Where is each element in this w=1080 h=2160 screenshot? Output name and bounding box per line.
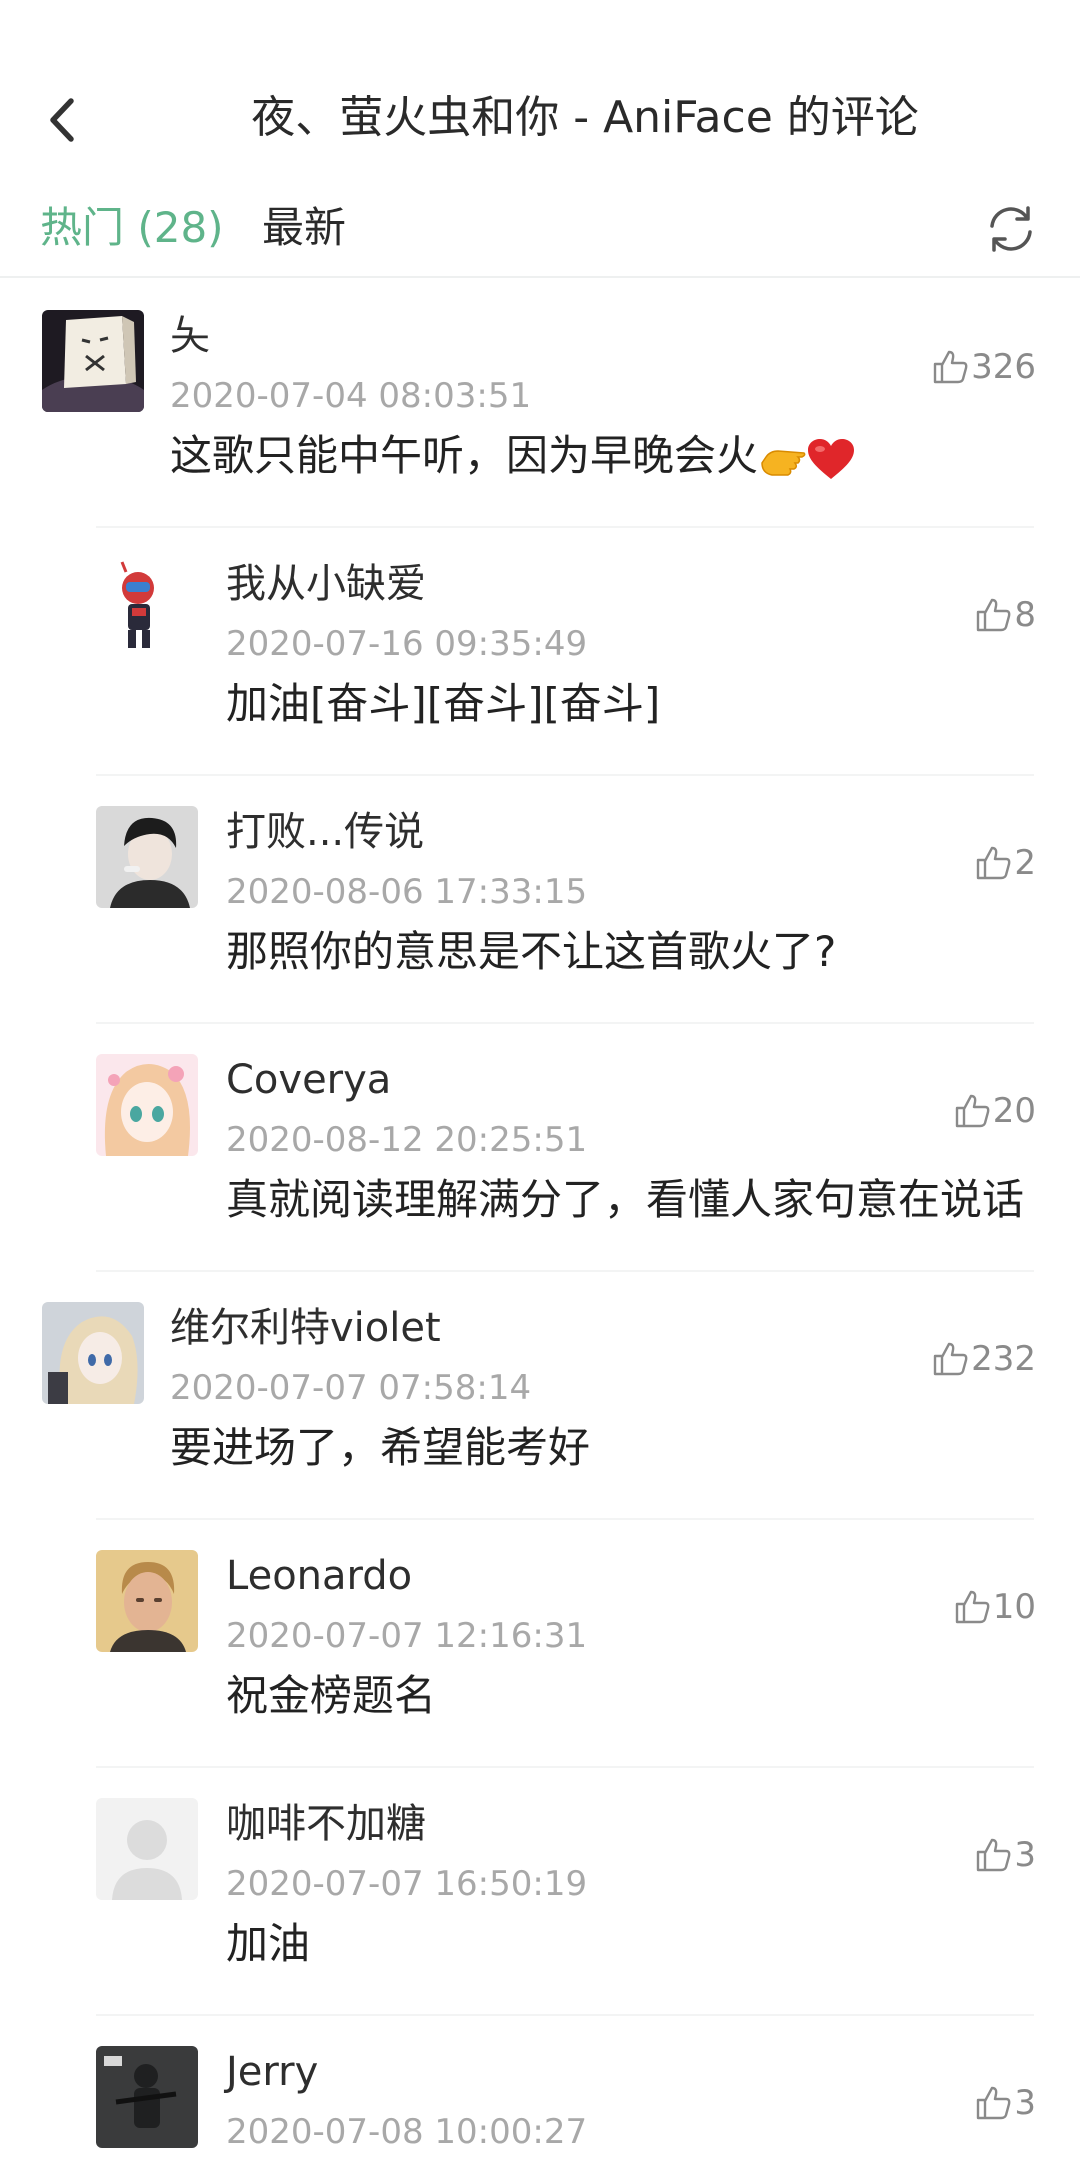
comment-list: 夨 2020-07-04 08:03:51 这歌只能中午听，因为早晚会火 326 — [0, 280, 1080, 2160]
like-button[interactable]: 3 — [974, 2078, 1036, 2128]
comment-text: 祝金榜题名 — [226, 1671, 437, 1720]
like-button[interactable]: 20 — [953, 1086, 1036, 1136]
like-count: 20 — [992, 1091, 1036, 1131]
comment-timestamp: 2020-08-12 20:25:51 — [226, 1120, 588, 1160]
like-count: 10 — [992, 1587, 1036, 1627]
comment-timestamp: 2020-07-07 07:58:14 — [170, 1368, 532, 1408]
backhand-index-pointing-left-icon — [761, 449, 806, 476]
like-button[interactable]: 8 — [974, 590, 1036, 640]
comment-username[interactable]: Leonardo — [226, 1550, 412, 1602]
comment-timestamp: 2020-07-07 16:50:19 — [226, 1864, 588, 1904]
thumbs-up-icon — [977, 2086, 1011, 2120]
chevron-left-icon — [50, 98, 74, 142]
like-count: 3 — [1014, 1835, 1036, 1875]
thumbs-up-icon — [977, 846, 1011, 880]
comment-timestamp: 2020-08-06 17:33:15 — [226, 872, 588, 912]
comment-text: 这歌只能中午听，因为早晚会火 — [170, 428, 856, 484]
comment-username[interactable]: Coverya — [226, 1054, 391, 1106]
comment-username[interactable]: 打败...传说 — [226, 806, 424, 858]
like-count: 2 — [1014, 843, 1036, 883]
box-head-avatar[interactable] — [42, 310, 144, 412]
comment-timestamp: 2020-07-16 09:35:49 — [226, 624, 588, 664]
back-button[interactable] — [32, 90, 92, 150]
comment-item: 维尔利特violet 2020-07-07 07:58:14 要进场了，希望能考… — [0, 1272, 1080, 1520]
comment-tabs: 热门 (28) 最新 — [0, 190, 1080, 278]
comment-username[interactable]: 夨 — [170, 310, 210, 362]
anime-girl-avatar[interactable] — [96, 1054, 198, 1156]
like-button[interactable]: 2 — [974, 838, 1036, 888]
like-count: 8 — [1014, 595, 1036, 635]
thumbs-up-icon — [977, 598, 1011, 632]
comment-text: 加油[奋斗][奋斗][奋斗] — [226, 679, 661, 728]
comment-text: 要进场了，希望能考好 — [170, 1423, 591, 1472]
comment-text: 加油 — [226, 1919, 311, 1968]
thumbs-up-icon — [955, 1094, 990, 1128]
red-heart-icon — [808, 438, 855, 479]
comment-username[interactable]: 咖啡不加糖 — [226, 1798, 426, 1850]
boy-portrait-avatar[interactable] — [96, 806, 198, 908]
thumbs-up-icon — [933, 1342, 968, 1376]
page-title: 夜、萤火虫和你 - AniFace 的评论 — [251, 92, 919, 143]
kamen-rider-avatar[interactable] — [96, 558, 198, 660]
comment-username[interactable]: 维尔利特violet — [170, 1302, 441, 1354]
comment-timestamp: 2020-07-07 12:16:31 — [226, 1616, 588, 1656]
like-button[interactable]: 326 — [931, 342, 1036, 392]
like-button[interactable]: 10 — [953, 1582, 1036, 1632]
scp-soldier-avatar[interactable] — [96, 2046, 198, 2148]
comment-item: Leonardo 2020-07-07 12:16:31 祝金榜题名 10 — [0, 1520, 1080, 1768]
like-button[interactable]: 3 — [974, 1830, 1036, 1880]
comment-timestamp: 2020-07-08 10:00:27 — [226, 2112, 588, 2152]
man-portrait-avatar[interactable] — [96, 1550, 198, 1652]
violet-avatar[interactable] — [42, 1302, 144, 1404]
refresh-icon[interactable] — [982, 200, 1040, 258]
comment-item: 我从小缺爱 2020-07-16 09:35:49 加油[奋斗][奋斗][奋斗]… — [0, 528, 1080, 776]
comment-timestamp: 2020-07-04 08:03:51 — [170, 376, 532, 416]
comment-item: 夨 2020-07-04 08:03:51 这歌只能中午听，因为早晚会火 326 — [0, 280, 1080, 528]
tab-new[interactable]: 最新 — [262, 198, 346, 258]
comment-username[interactable]: 我从小缺爱 — [226, 558, 426, 610]
thumbs-up-icon — [933, 350, 968, 384]
comment-item: Jerry 2020-07-08 10:00:27 3 — [0, 2016, 1080, 2160]
comment-text: 那照你的意思是不让这首歌火了? — [226, 927, 837, 976]
comment-item: 咖啡不加糖 2020-07-07 16:50:19 加油 3 — [0, 1768, 1080, 2016]
like-count: 232 — [971, 1339, 1036, 1379]
top-bar: 夜、萤火虫和你 - AniFace 的评论 — [0, 60, 1080, 180]
comment-username[interactable]: Jerry — [226, 2046, 318, 2098]
comment-item: 打败...传说 2020-08-06 17:33:15 那照你的意思是不让这首歌… — [0, 776, 1080, 1024]
comments-page: 夜、萤火虫和你 - AniFace 的评论 热门 (28) 最新 夨 2020-… — [0, 0, 1080, 2160]
like-button[interactable]: 232 — [931, 1334, 1036, 1384]
comment-item: Coverya 2020-08-12 20:25:51 真就阅读理解满分了，看懂… — [0, 1024, 1080, 1272]
thumbs-up-icon — [955, 1590, 990, 1624]
tab-hot[interactable]: 热门 (28) — [40, 198, 224, 258]
comment-text: 真就阅读理解满分了，看懂人家句意在说话 — [226, 1175, 1025, 1224]
default-user-avatar[interactable] — [96, 1798, 198, 1900]
thumbs-up-icon — [977, 1838, 1011, 1872]
like-count: 3 — [1014, 2083, 1036, 2123]
like-count: 326 — [971, 347, 1036, 387]
